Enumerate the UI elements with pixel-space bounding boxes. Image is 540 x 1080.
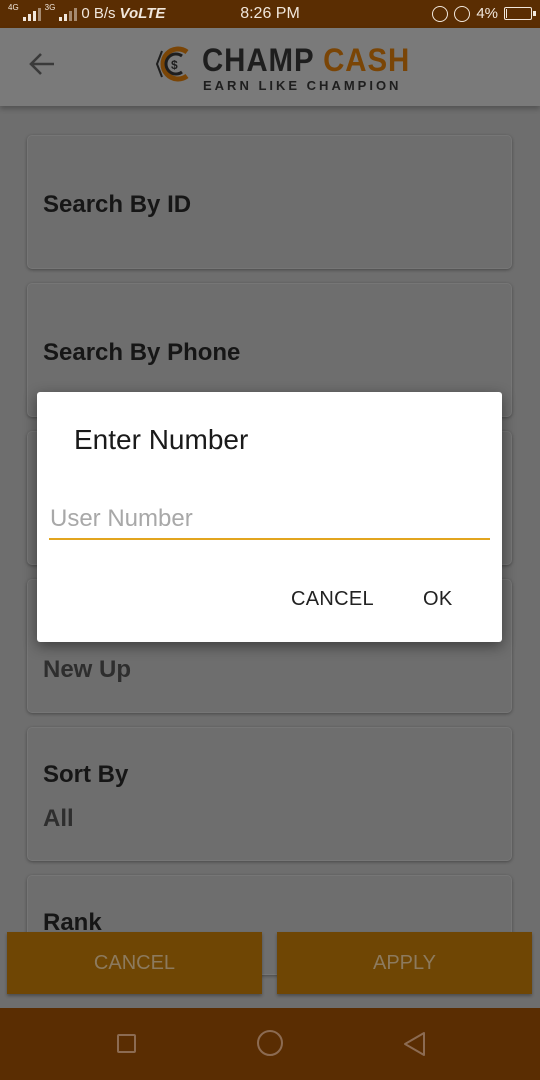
status-right: 4% [432, 5, 536, 22]
dialog-ok-button[interactable]: OK [423, 588, 453, 611]
alarm-icon [432, 5, 449, 22]
search-by-phone-label: Search By Phone [43, 339, 241, 366]
nav-back-icon[interactable] [400, 1030, 430, 1058]
logo-title: CHAMP CASH [202, 42, 410, 79]
dialog-cancel-button[interactable]: CANCEL [291, 588, 374, 611]
sort-by-label: Sort By [43, 761, 129, 788]
apply-filter-button[interactable]: APPLY [277, 932, 532, 994]
champcash-logo: $ CHAMP CASH EARN LIKE CHAMPION [152, 40, 409, 96]
user-number-input[interactable] [49, 500, 490, 540]
logo-badge-icon: $ [155, 46, 189, 82]
sort-by-value: All [43, 805, 74, 832]
home-icon[interactable] [257, 1030, 283, 1056]
battery-percent: 4% [476, 5, 498, 22]
new-up-value: New Up [43, 656, 132, 683]
rotation-lock-icon [454, 5, 471, 22]
logo-title-cash: CASH [323, 42, 411, 78]
battery-icon [504, 7, 536, 20]
search-by-id-label: Search By ID [43, 191, 192, 218]
sort-by-card[interactable]: Sort By All [27, 727, 512, 861]
cancel-filter-button[interactable]: CANCEL [7, 932, 262, 994]
logo-title-champ: CHAMP [202, 42, 315, 78]
logo-tagline: EARN LIKE CHAMPION [203, 78, 402, 93]
back-arrow-icon[interactable] [28, 50, 56, 78]
enter-number-dialog: Enter Number CANCEL OK [37, 392, 502, 642]
app-header: $ CHAMP CASH EARN LIKE CHAMPION [0, 28, 540, 106]
dialog-title: Enter Number [74, 424, 249, 455]
system-nav-bar [0, 1008, 540, 1080]
battery-fill [506, 9, 507, 18]
recents-icon[interactable] [117, 1034, 136, 1053]
search-by-id-card[interactable]: Search By ID [27, 135, 512, 269]
svg-text:$: $ [171, 58, 178, 72]
status-bar: 4G 3G 0 B/s VoLTE 8:26 PM 4% [0, 0, 540, 28]
